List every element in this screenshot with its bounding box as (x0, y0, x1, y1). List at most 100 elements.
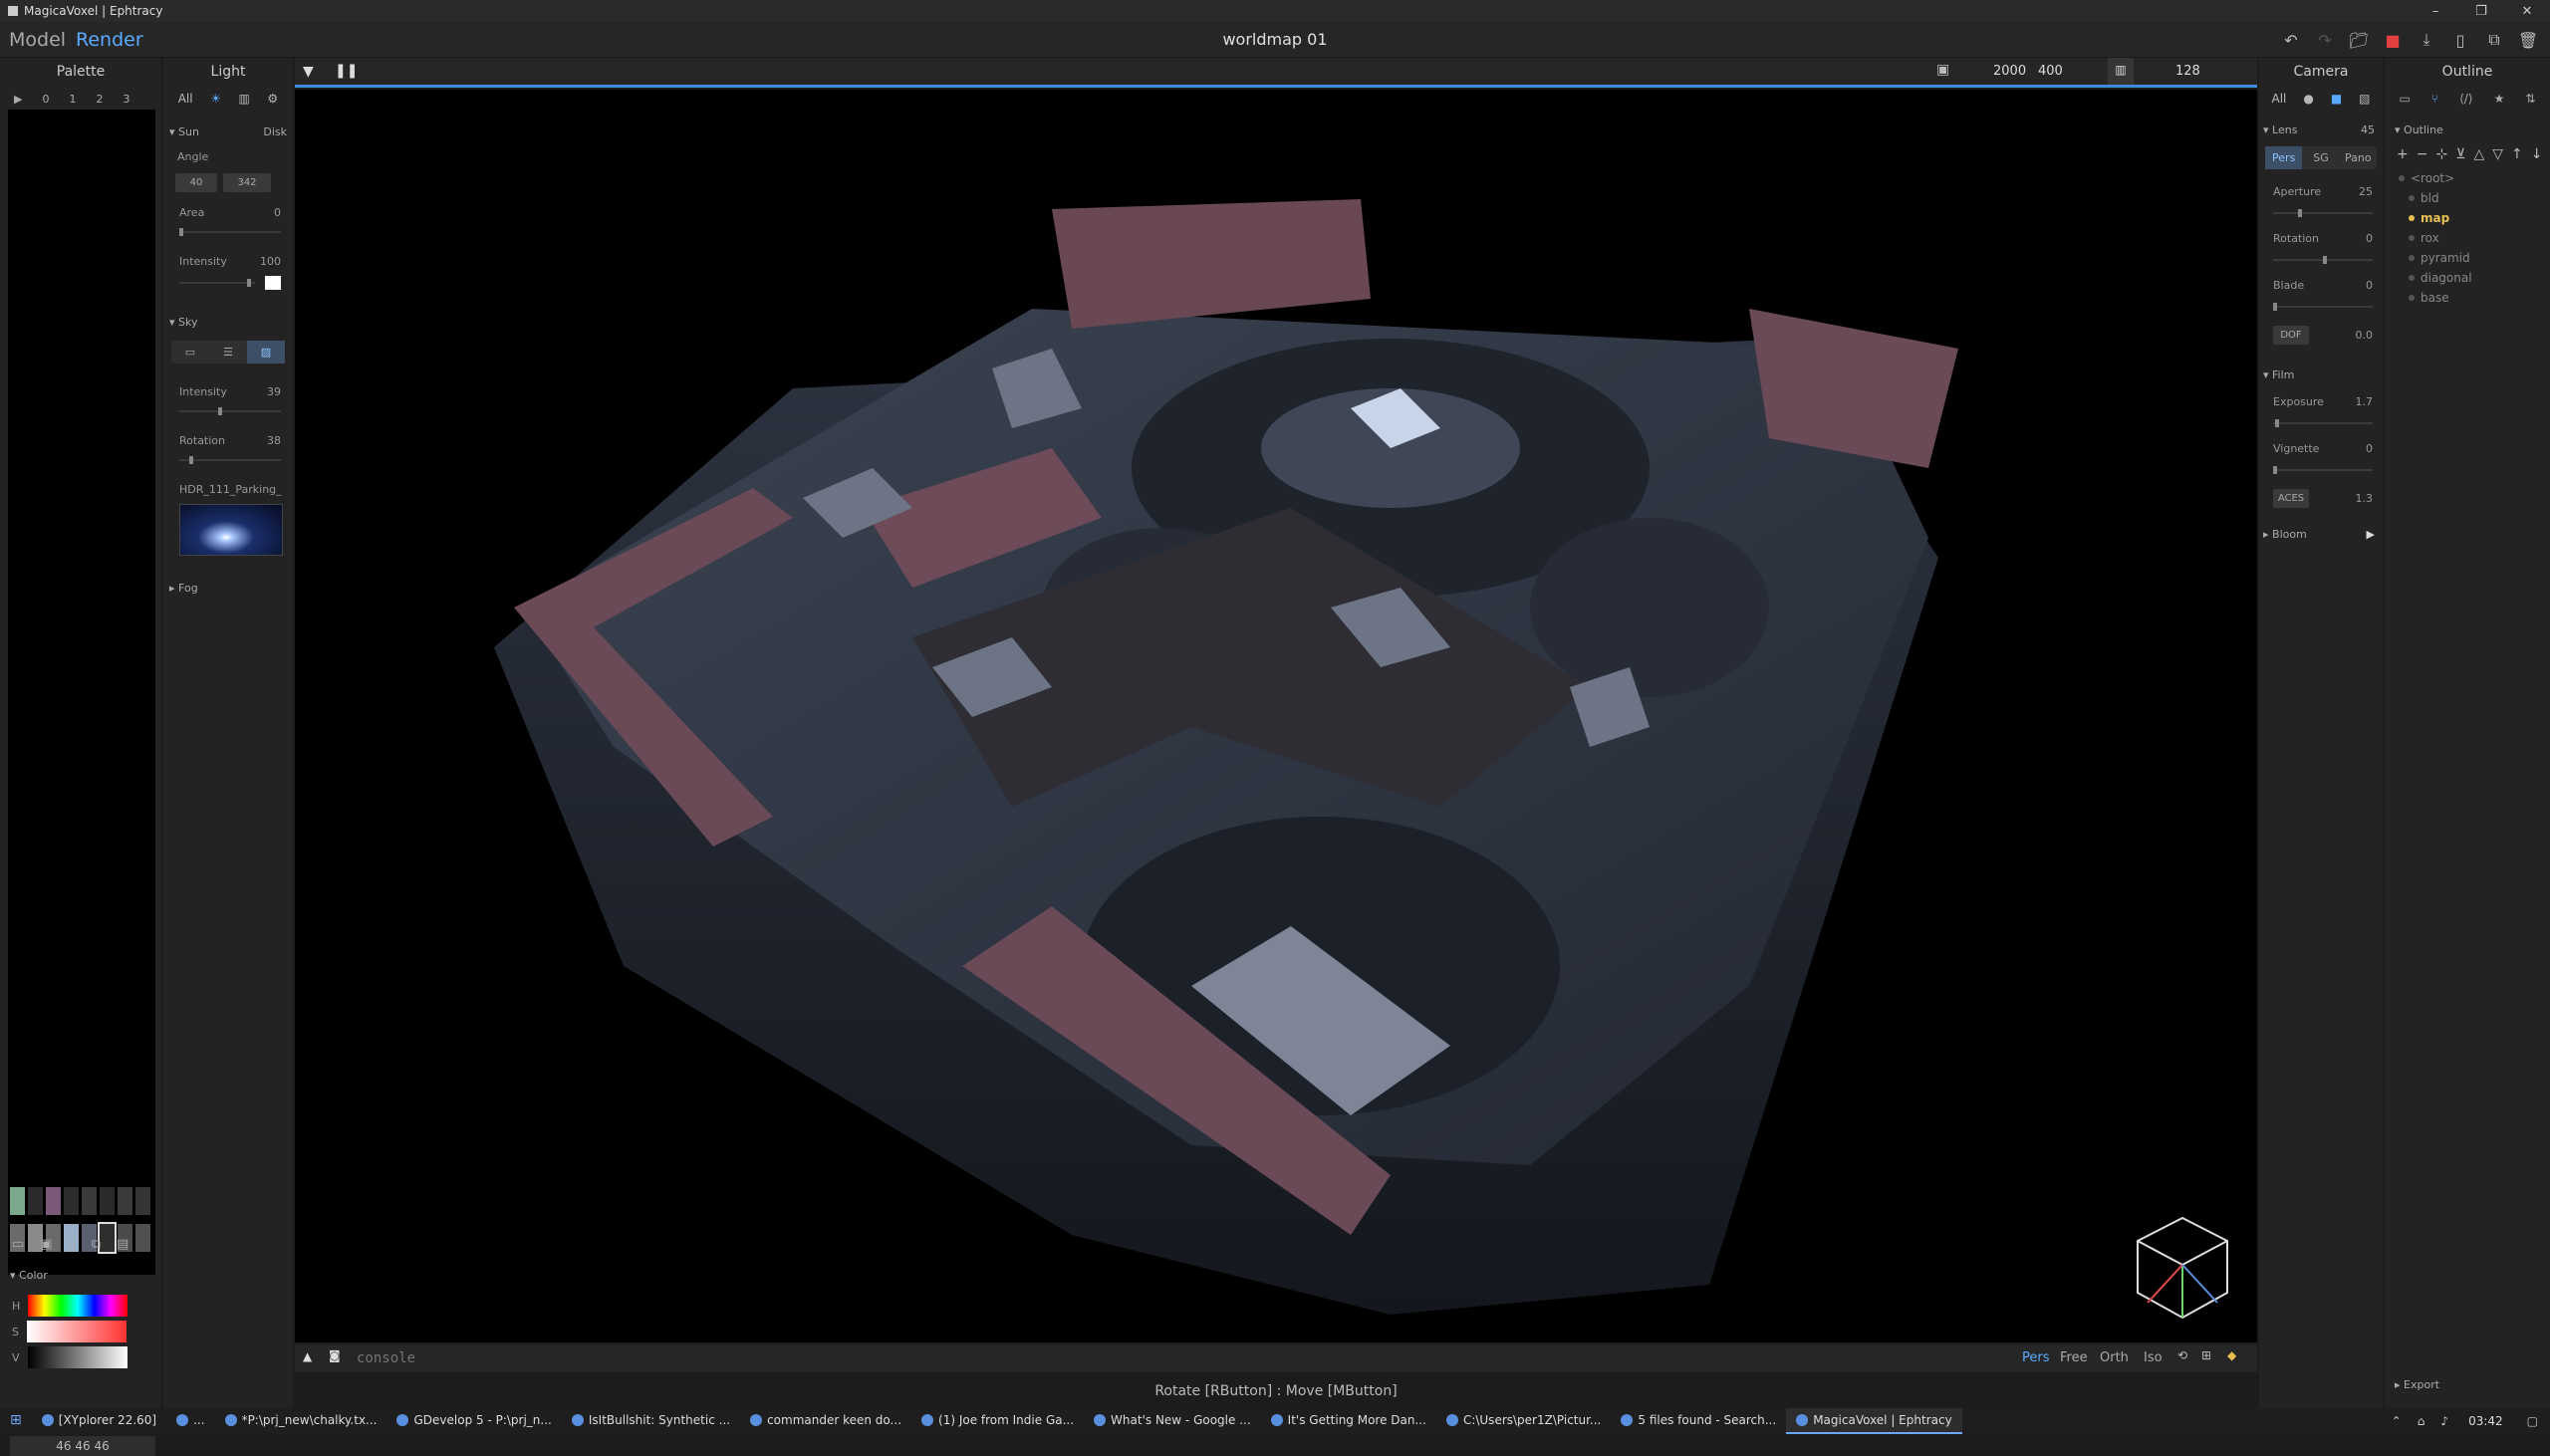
vignette-slider[interactable] (2273, 466, 2373, 474)
lens-mode-sg[interactable]: SG (2302, 146, 2339, 169)
outline-item-map[interactable]: map (2399, 208, 2550, 228)
lens-mode-pers[interactable]: Pers (2265, 146, 2303, 169)
histogram-icon[interactable]: ▥ (239, 92, 250, 106)
palette-swatch[interactable] (100, 1187, 115, 1215)
palette-swatch[interactable] (10, 1187, 25, 1215)
render-viewport[interactable] (295, 90, 2257, 1342)
camera-gallery-icon[interactable]: ▧ (2359, 92, 2370, 106)
palette-swatch[interactable] (135, 1187, 150, 1215)
palette-swatch[interactable] (82, 1187, 97, 1215)
close-button[interactable]: ✕ (2504, 4, 2550, 19)
outline-item-rox[interactable]: rox (2399, 228, 2550, 248)
angle-field-2[interactable]: 342 (223, 173, 271, 192)
taskbar-item[interactable]: C:\Users\per1Z\Pictur... (1436, 1408, 1611, 1434)
palette-page-play[interactable]: ▶ (14, 93, 22, 106)
palette-page-0[interactable]: 0 (42, 93, 49, 106)
outline-tree-icon[interactable]: ⑂ (2431, 92, 2438, 106)
area-value[interactable]: 0 (274, 206, 281, 219)
exposure-slider[interactable] (2273, 419, 2373, 427)
mode-model-button[interactable]: Model (9, 29, 66, 51)
redo-icon[interactable]: ↷ (2313, 28, 2337, 52)
outline-star-icon[interactable]: ★ (2494, 92, 2505, 106)
lens-mode-pano[interactable]: Pano (2340, 146, 2377, 169)
light-tab-all[interactable]: All (178, 92, 193, 106)
sun-type[interactable]: Disk (263, 125, 287, 138)
aces-toggle[interactable]: ACES (2273, 489, 2309, 508)
save-icon[interactable]: ■ (2381, 28, 2405, 52)
aperture-slider[interactable] (2273, 209, 2373, 217)
taskbar-item[interactable]: ... (166, 1408, 214, 1434)
taskbar-item[interactable]: 5 files found - Search... (1611, 1408, 1786, 1434)
tray-network-icon[interactable]: ⌂ (2410, 1414, 2433, 1428)
palette-new-icon[interactable]: ▯ (69, 1237, 76, 1252)
outline-item-pyramid[interactable]: pyramid (2399, 248, 2550, 268)
saturation-bar[interactable] (26, 1321, 127, 1342)
palette-open-icon[interactable]: ▭ (12, 1237, 24, 1252)
fog-section-header[interactable]: ▸ Fog (169, 582, 293, 595)
mode-render-button[interactable]: Render (76, 29, 143, 51)
delete-icon[interactable]: 🗑︎ (2516, 28, 2540, 52)
sun-intensity-slider[interactable] (179, 279, 255, 287)
value-bar[interactable] (27, 1346, 128, 1368)
tray-volume-icon[interactable]: ♪ (2432, 1414, 2456, 1428)
settings-gear-icon[interactable]: ⚙︎ (267, 92, 278, 106)
camera-rotation-value[interactable]: 0 (2366, 232, 2373, 245)
resolution-width[interactable]: 2000 (1993, 64, 2026, 79)
sky-mode-blank-icon[interactable]: ▭ (171, 341, 209, 364)
sky-mode-hdr-icon[interactable]: ▨ (247, 341, 285, 364)
orientation-cube-gizmo[interactable] (2128, 1213, 2237, 1323)
dof-toggle[interactable]: DOF (2273, 326, 2309, 345)
projection-free[interactable]: Free (2060, 1350, 2088, 1365)
taskbar-item[interactable]: [XYplorer 22.60] (32, 1408, 166, 1434)
outline-item-diagonal[interactable]: diagonal (2399, 268, 2550, 288)
sky-rotation-slider[interactable] (179, 456, 281, 464)
palette-swatch[interactable] (64, 1187, 79, 1215)
hue-bar[interactable] (28, 1295, 128, 1317)
sample-count[interactable]: 128 (2175, 64, 2200, 79)
taskbar-item[interactable]: MagicaVoxel | Ephtracy (1786, 1408, 1962, 1434)
taskbar-clock[interactable]: 03:42 (2456, 1414, 2515, 1428)
tray-chevron-icon[interactable]: ⌃ (2384, 1414, 2410, 1428)
start-button[interactable]: ⊞ (0, 1408, 32, 1434)
outline-section-header[interactable]: ▾ Outline (2395, 123, 2550, 136)
outline-move-up-icon[interactable]: ↑ (2511, 146, 2523, 162)
color-value-field[interactable]: 46 46 46 (10, 1436, 155, 1456)
outline-move-down-icon[interactable]: ↓ (2531, 146, 2543, 162)
aperture-value[interactable]: 25 (2359, 185, 2373, 198)
sun-intensity-value[interactable]: 100 (260, 255, 281, 268)
exposure-value[interactable]: 1.7 (2356, 395, 2374, 408)
angle-field-1[interactable]: 40 (175, 173, 217, 192)
taskbar-item[interactable]: It's Getting More Dan... (1261, 1408, 1436, 1434)
samples-chart-icon[interactable]: ▥ (2108, 58, 2134, 85)
blade-slider[interactable] (2273, 303, 2373, 311)
image-icon[interactable]: ▣ (1936, 62, 1949, 78)
sky-intensity-value[interactable]: 39 (267, 385, 281, 398)
minimize-button[interactable]: – (2413, 4, 2458, 19)
sky-intensity-slider[interactable] (179, 407, 281, 415)
camera-tab-all[interactable]: All (2271, 92, 2286, 106)
sky-mode-gradient-icon[interactable]: ☰ (209, 341, 247, 364)
sun-section-header[interactable]: ▾ Sun Disk (163, 125, 293, 138)
bloom-play-icon[interactable]: ▶ (2367, 528, 2375, 541)
taskbar-item[interactable]: What's New - Google ... (1084, 1408, 1261, 1434)
taskbar-item[interactable]: *P:\prj_new\chalky.tx... (215, 1408, 387, 1434)
lens-value[interactable]: 45 (2361, 123, 2375, 136)
reset-view-icon[interactable]: ⟲ (2177, 1348, 2187, 1362)
new-file-icon[interactable]: ▯ (2448, 28, 2472, 52)
bloom-section-header[interactable]: ▸ Bloom ▶ (2263, 528, 2375, 541)
notifications-icon[interactable]: ▢ (2515, 1414, 2550, 1428)
palette-swatch[interactable] (118, 1187, 132, 1215)
outline-up-icon[interactable]: △ (2473, 146, 2484, 162)
sky-section-header[interactable]: ▾ Sky (169, 316, 293, 329)
outline-item-root[interactable]: <root> (2399, 168, 2550, 188)
render-menu-icon[interactable]: ▼ (303, 64, 314, 80)
outline-folder-icon[interactable]: ▭ (2400, 92, 2411, 106)
taskbar-item[interactable]: (1) Joe from Indie Ga... (911, 1408, 1084, 1434)
palette-grid[interactable] (8, 110, 155, 1275)
dof-value[interactable]: 0.0 (2356, 329, 2374, 342)
sky-rotation-value[interactable]: 38 (267, 434, 281, 447)
palette-swatch[interactable] (28, 1187, 43, 1215)
outline-code-icon[interactable]: ⟨/⟩ (2459, 92, 2472, 106)
taskbar-item[interactable]: GDevelop 5 - P:\prj_n... (386, 1408, 561, 1434)
palette-copy-icon[interactable]: ⧉ (92, 1237, 101, 1252)
